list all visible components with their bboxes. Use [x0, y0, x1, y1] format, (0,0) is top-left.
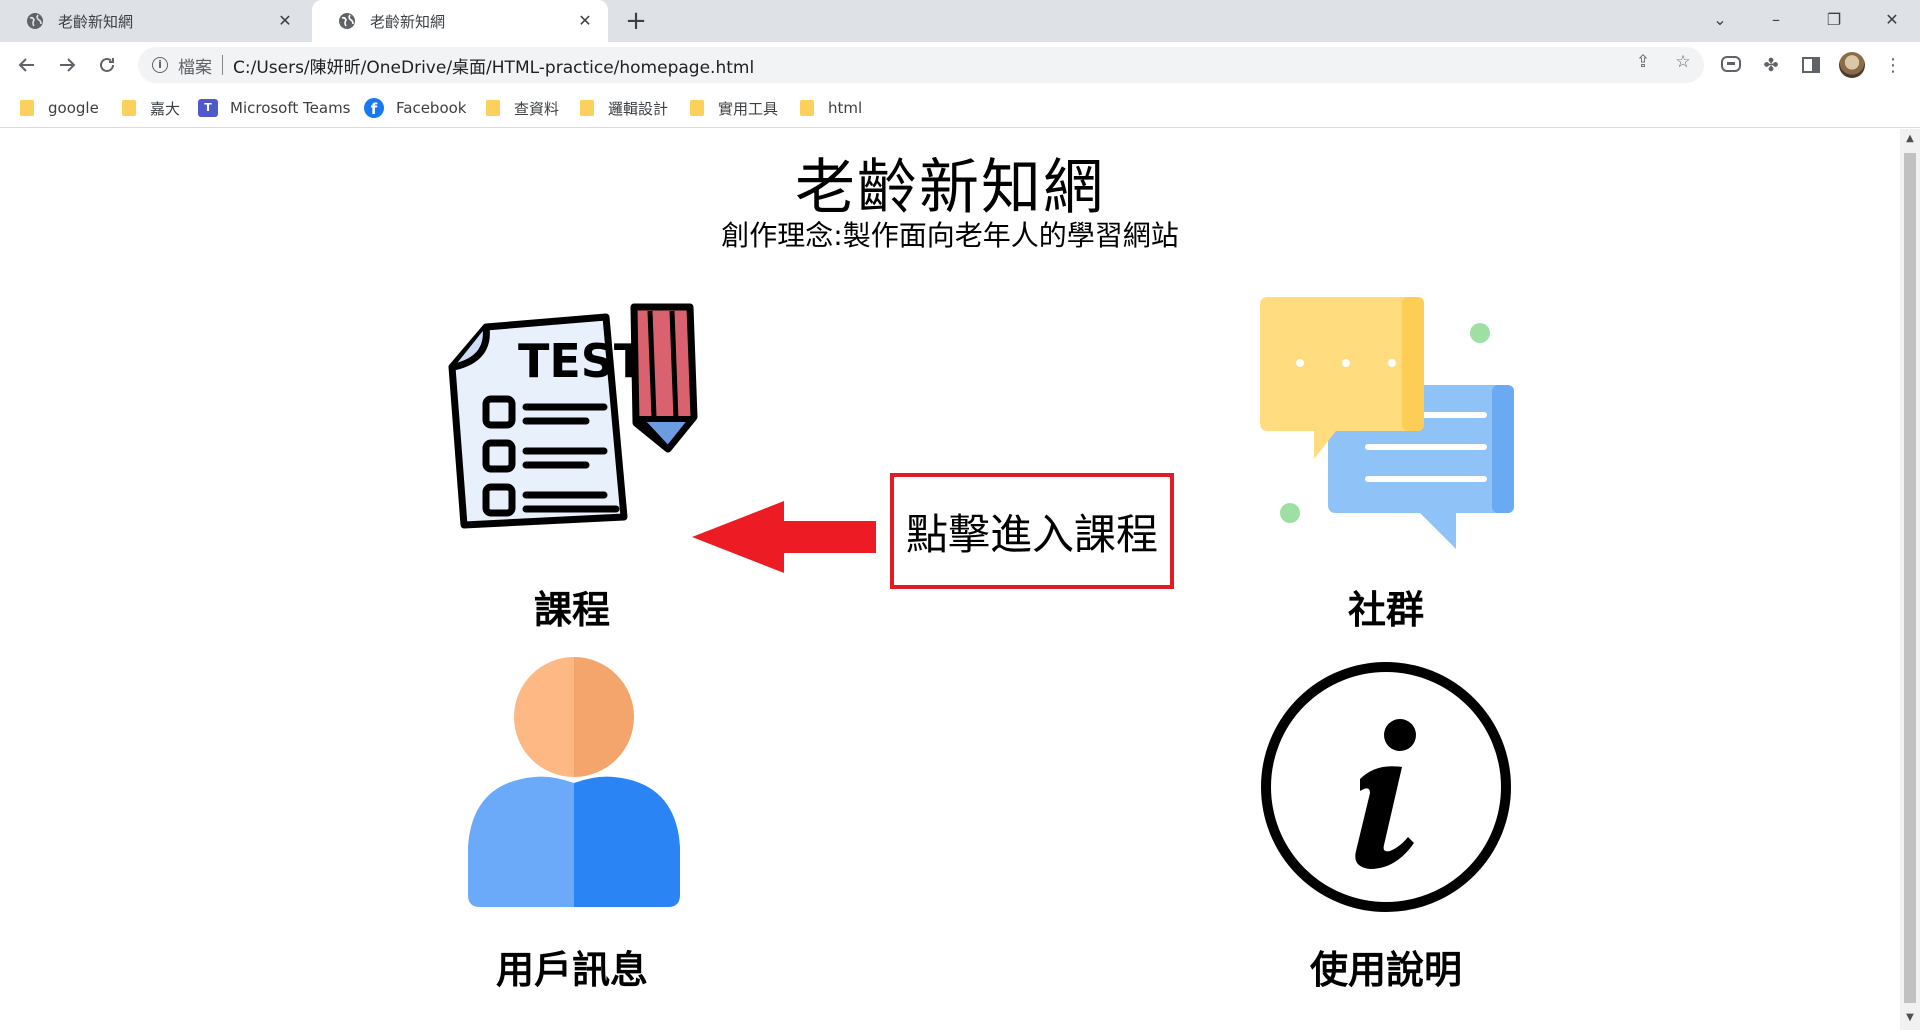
bookmark-label: 邏輯設計: [608, 99, 669, 118]
reload-icon: [100, 57, 114, 72]
folder-icon: [690, 100, 704, 116]
bookmark-logic-design[interactable]: 邏輯設計: [580, 95, 668, 121]
profile-avatar[interactable]: [1839, 52, 1865, 78]
bookmark-tools[interactable]: 實用工具: [690, 95, 778, 121]
course-label[interactable]: 課程: [422, 579, 722, 634]
community-label[interactable]: 社群: [1236, 579, 1536, 634]
bookmarks-bar: google 嘉大 T Microsoft Teams f Facebook 查…: [0, 88, 1920, 128]
bookmark-ncyu[interactable]: 嘉大: [122, 95, 180, 121]
line-extension-icon[interactable]: [1716, 50, 1746, 80]
user-info-label[interactable]: 用戶訊息: [422, 939, 722, 994]
close-tab-icon[interactable]: ✕: [276, 12, 294, 30]
extensions-puzzle-icon[interactable]: ✤: [1756, 50, 1786, 80]
callout-box[interactable]: 點擊進入課程: [890, 473, 1174, 589]
address-bar[interactable]: i 檔案 C:/Users/陳妍昕/OneDrive/桌面/HTML-pract…: [138, 47, 1704, 83]
new-tab-button[interactable]: +: [624, 8, 648, 34]
bookmark-html[interactable]: html: [800, 95, 862, 121]
tab-inactive[interactable]: 老齡新知網 ✕: [0, 0, 308, 42]
divider: [222, 55, 223, 75]
chat-bubbles-icon[interactable]: [1256, 297, 1516, 553]
folder-icon: [486, 100, 500, 116]
toolbar: i 檔案 C:/Users/陳妍昕/OneDrive/桌面/HTML-pract…: [0, 42, 1920, 88]
tab-strip: 老齡新知網 ✕ 老齡新知網 ✕ + ⌄ – ❐ ✕: [0, 0, 1920, 42]
info-icon[interactable]: [1256, 657, 1516, 917]
site-info-icon[interactable]: i: [152, 57, 168, 73]
scheme-label: 檔案: [178, 57, 212, 78]
page-subtitle: 創作理念:製作面向老年人的學習網站: [721, 219, 1179, 252]
tab-title: 老齡新知網: [58, 12, 134, 31]
globe-icon: [27, 13, 43, 29]
bookmark-label: 實用工具: [718, 99, 779, 118]
help-label[interactable]: 使用說明: [1236, 939, 1536, 994]
tab-active[interactable]: 老齡新知網 ✕: [312, 0, 608, 42]
tab-title: 老齡新知網: [370, 12, 446, 31]
scroll-down-icon[interactable]: ▼: [1900, 1012, 1920, 1026]
bookmark-facebook[interactable]: f Facebook: [364, 95, 466, 121]
folder-icon: [580, 100, 594, 116]
folder-icon: [122, 100, 136, 116]
bookmark-label: Facebook: [396, 99, 467, 117]
scroll-up-icon[interactable]: ▲: [1900, 133, 1920, 147]
test-paper-icon[interactable]: TEST: [446, 297, 702, 549]
left-arrow-icon: [692, 501, 876, 573]
tab-search-icon[interactable]: ⌄: [1692, 0, 1748, 38]
bookmark-label: 嘉大: [150, 99, 181, 118]
page-content: 老齡新知網 創作理念:製作面向老年人的學習網站 TEST 課程 點擊進入課程 社…: [0, 129, 1900, 1030]
back-button[interactable]: [12, 50, 42, 80]
user-icon[interactable]: [464, 657, 684, 913]
restore-button[interactable]: ❐: [1806, 0, 1862, 38]
bookmark-label: google: [48, 99, 99, 117]
forward-arrow-icon: [60, 58, 76, 72]
side-panel-icon[interactable]: [1796, 50, 1826, 80]
folder-icon: [800, 100, 814, 116]
window-close-button[interactable]: ✕: [1864, 0, 1920, 38]
url-text[interactable]: C:/Users/陳妍昕/OneDrive/桌面/HTML-practice/h…: [233, 53, 754, 78]
minimize-button[interactable]: –: [1748, 0, 1804, 38]
bookmark-label: html: [828, 99, 863, 117]
more-menu-icon[interactable]: ⋮: [1878, 50, 1908, 80]
bookmark-microsoft-teams[interactable]: T Microsoft Teams: [198, 95, 351, 121]
share-icon[interactable]: ⇪: [1632, 51, 1654, 73]
bookmark-star-icon[interactable]: ☆: [1672, 51, 1694, 73]
bookmark-research[interactable]: 查資料: [486, 95, 559, 121]
close-tab-icon[interactable]: ✕: [576, 12, 594, 30]
svg-text:TEST: TEST: [518, 334, 646, 388]
page-scrollbar[interactable]: ▲ ▼: [1900, 129, 1920, 1030]
facebook-icon: f: [364, 98, 384, 118]
page-title: 老齡新知網: [795, 153, 1105, 223]
scroll-thumb[interactable]: [1904, 153, 1916, 1003]
globe-icon: [339, 13, 355, 29]
bookmark-label: Microsoft Teams: [230, 99, 351, 117]
teams-icon: T: [198, 99, 218, 117]
reload-button[interactable]: [92, 50, 122, 80]
folder-icon: [20, 100, 34, 116]
back-arrow-icon: [18, 58, 34, 72]
bookmark-google[interactable]: google: [20, 95, 99, 121]
forward-button[interactable]: [52, 50, 82, 80]
bookmark-label: 查資料: [514, 99, 560, 118]
